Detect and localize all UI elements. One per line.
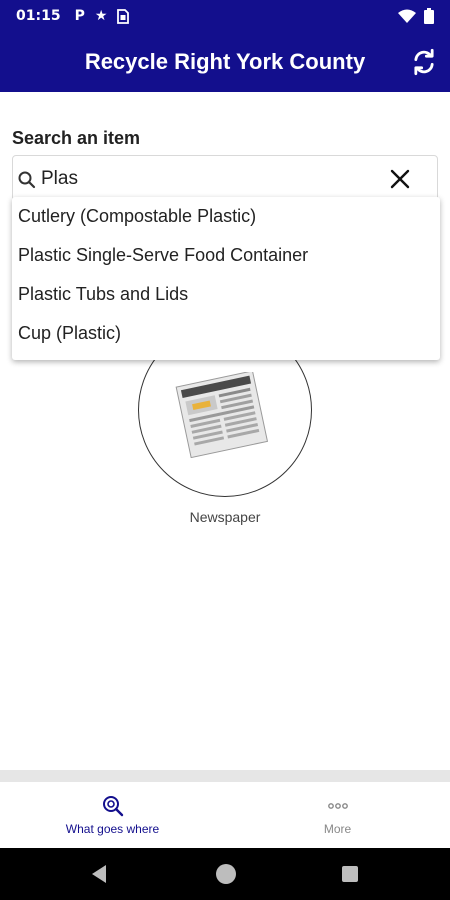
status-notification-icons: P ★ — [75, 8, 130, 24]
suggestion-item[interactable]: Cutlery (Compostable Plastic) — [12, 197, 440, 236]
bottom-nav: What goes where More — [0, 782, 450, 848]
nav-what-goes-where[interactable]: What goes where — [0, 782, 225, 848]
status-time: 01:15 — [16, 8, 61, 24]
divider — [0, 770, 450, 782]
suggestion-item[interactable]: Plastic Single-Serve Food Container — [12, 236, 440, 275]
status-bar: 01:15 P ★ — [0, 0, 450, 32]
app-bar: Recycle Right York County — [0, 32, 450, 92]
suggestions-dropdown: Cutlery (Compostable Plastic) Plastic Si… — [12, 197, 440, 360]
search-label: Search an item — [12, 128, 141, 148]
home-icon[interactable] — [215, 863, 237, 885]
refresh-icon[interactable] — [410, 48, 438, 76]
parking-icon: P — [74, 8, 85, 24]
suggestion-item[interactable]: Cup (Plastic) — [12, 314, 440, 353]
more-dots-icon — [328, 803, 348, 809]
suggestion-item[interactable]: Plastic Tubs and Lids — [12, 275, 440, 314]
system-nav-bar — [0, 848, 450, 900]
sim-card-icon — [117, 8, 130, 24]
recents-icon[interactable] — [341, 865, 359, 883]
nav-label: What goes where — [65, 822, 160, 836]
newspaper-image — [175, 372, 269, 458]
close-icon[interactable] — [389, 168, 411, 190]
nav-more[interactable]: More — [225, 782, 450, 848]
search-icon — [18, 171, 36, 189]
nav-label: More — [323, 822, 352, 836]
star-icon: ★ — [94, 8, 108, 24]
featured-item-label: Newspaper — [189, 509, 261, 525]
search-field[interactable] — [12, 155, 438, 201]
back-icon[interactable] — [90, 864, 108, 884]
wifi-icon — [398, 9, 416, 23]
battery-icon — [424, 8, 434, 24]
status-system-icons — [398, 8, 434, 24]
app-title: Recycle Right York County — [84, 49, 366, 74]
search-item-icon — [103, 796, 124, 817]
search-input[interactable] — [41, 164, 381, 194]
